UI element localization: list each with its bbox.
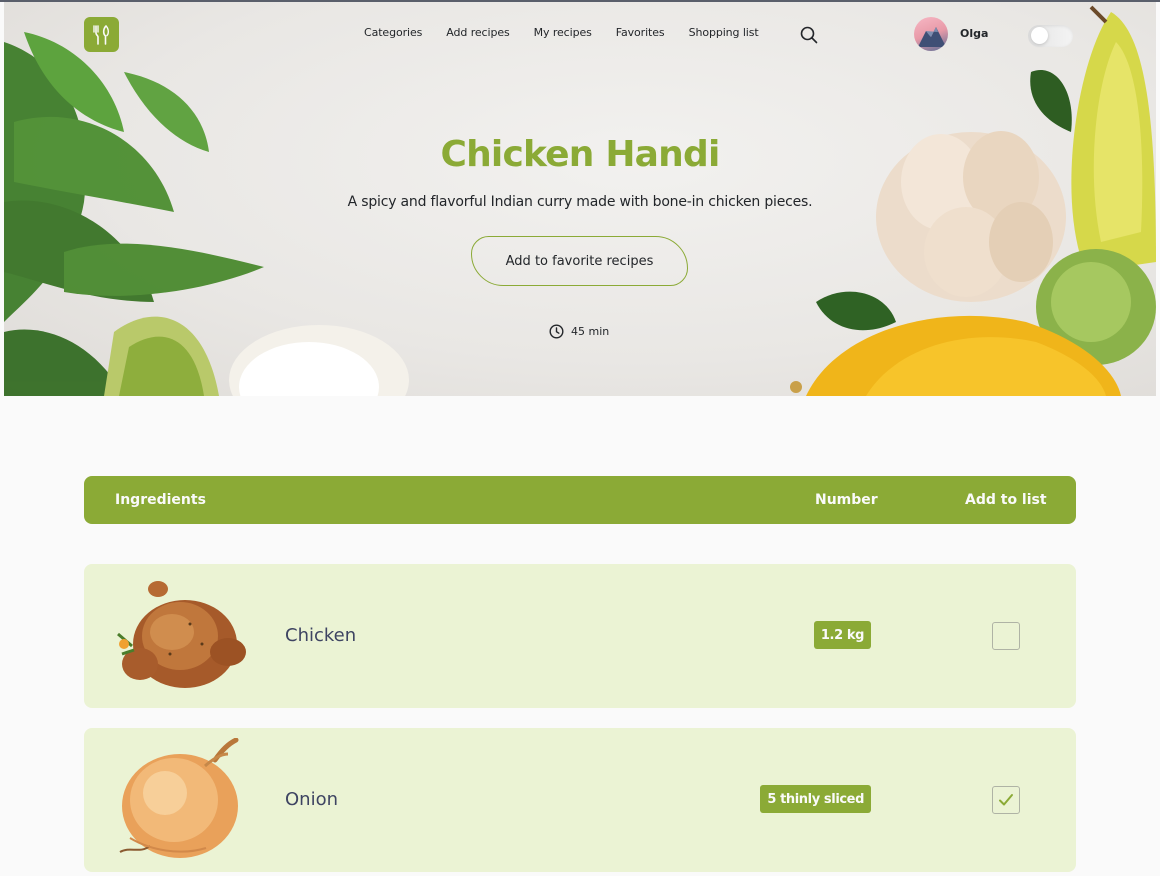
nav-my-recipes[interactable]: My recipes [534, 26, 592, 39]
ingredient-name: Onion [285, 789, 338, 810]
logo-icon[interactable] [84, 17, 119, 52]
ingredient-number: 5 thinly sliced [760, 785, 871, 813]
add-to-favorites-button[interactable]: Add to favorite recipes [471, 236, 688, 286]
search-icon[interactable] [800, 26, 818, 44]
hero-section: Categories Add recipes My recipes Favori… [4, 2, 1156, 396]
checkmark-icon [999, 794, 1013, 806]
header-number: Number [815, 492, 878, 508]
utensils-icon [92, 24, 109, 45]
ingredients-table-header: Ingredients Number Add to list [84, 476, 1076, 524]
user-name[interactable]: Olga [960, 27, 988, 40]
add-to-list-checkbox[interactable] [992, 622, 1020, 650]
ingredient-name: Chicken [285, 625, 357, 646]
add-to-list-checkbox[interactable] [992, 786, 1020, 814]
clock-icon [549, 324, 564, 339]
theme-toggle[interactable] [1028, 25, 1073, 47]
avatar-image [918, 27, 946, 47]
header-ingredients: Ingredients [115, 492, 206, 508]
table-row: Chicken 1.2 kg [84, 564, 1076, 708]
nav-favorites[interactable]: Favorites [616, 26, 665, 39]
nav-shopping-list[interactable]: Shopping list [689, 26, 759, 39]
onion-image [119, 738, 239, 858]
ingredient-number: 1.2 kg [813, 621, 871, 649]
nav-add-recipes[interactable]: Add recipes [446, 26, 509, 39]
chicken-image [117, 581, 246, 688]
avatar[interactable] [914, 17, 948, 51]
cooking-time: 45 min [549, 324, 609, 339]
main-nav: Categories Add recipes My recipes Favori… [364, 26, 783, 39]
table-row: Onion 5 thinly sliced [84, 728, 1076, 872]
cooking-time-value: 45 min [571, 325, 610, 338]
header-add-to-list: Add to list [965, 492, 1047, 508]
toggle-knob [1031, 27, 1048, 44]
nav-categories[interactable]: Categories [364, 26, 422, 39]
recipe-description: A spicy and flavorful Indian curry made … [347, 194, 813, 210]
recipe-title: Chicken Handi [440, 134, 720, 175]
